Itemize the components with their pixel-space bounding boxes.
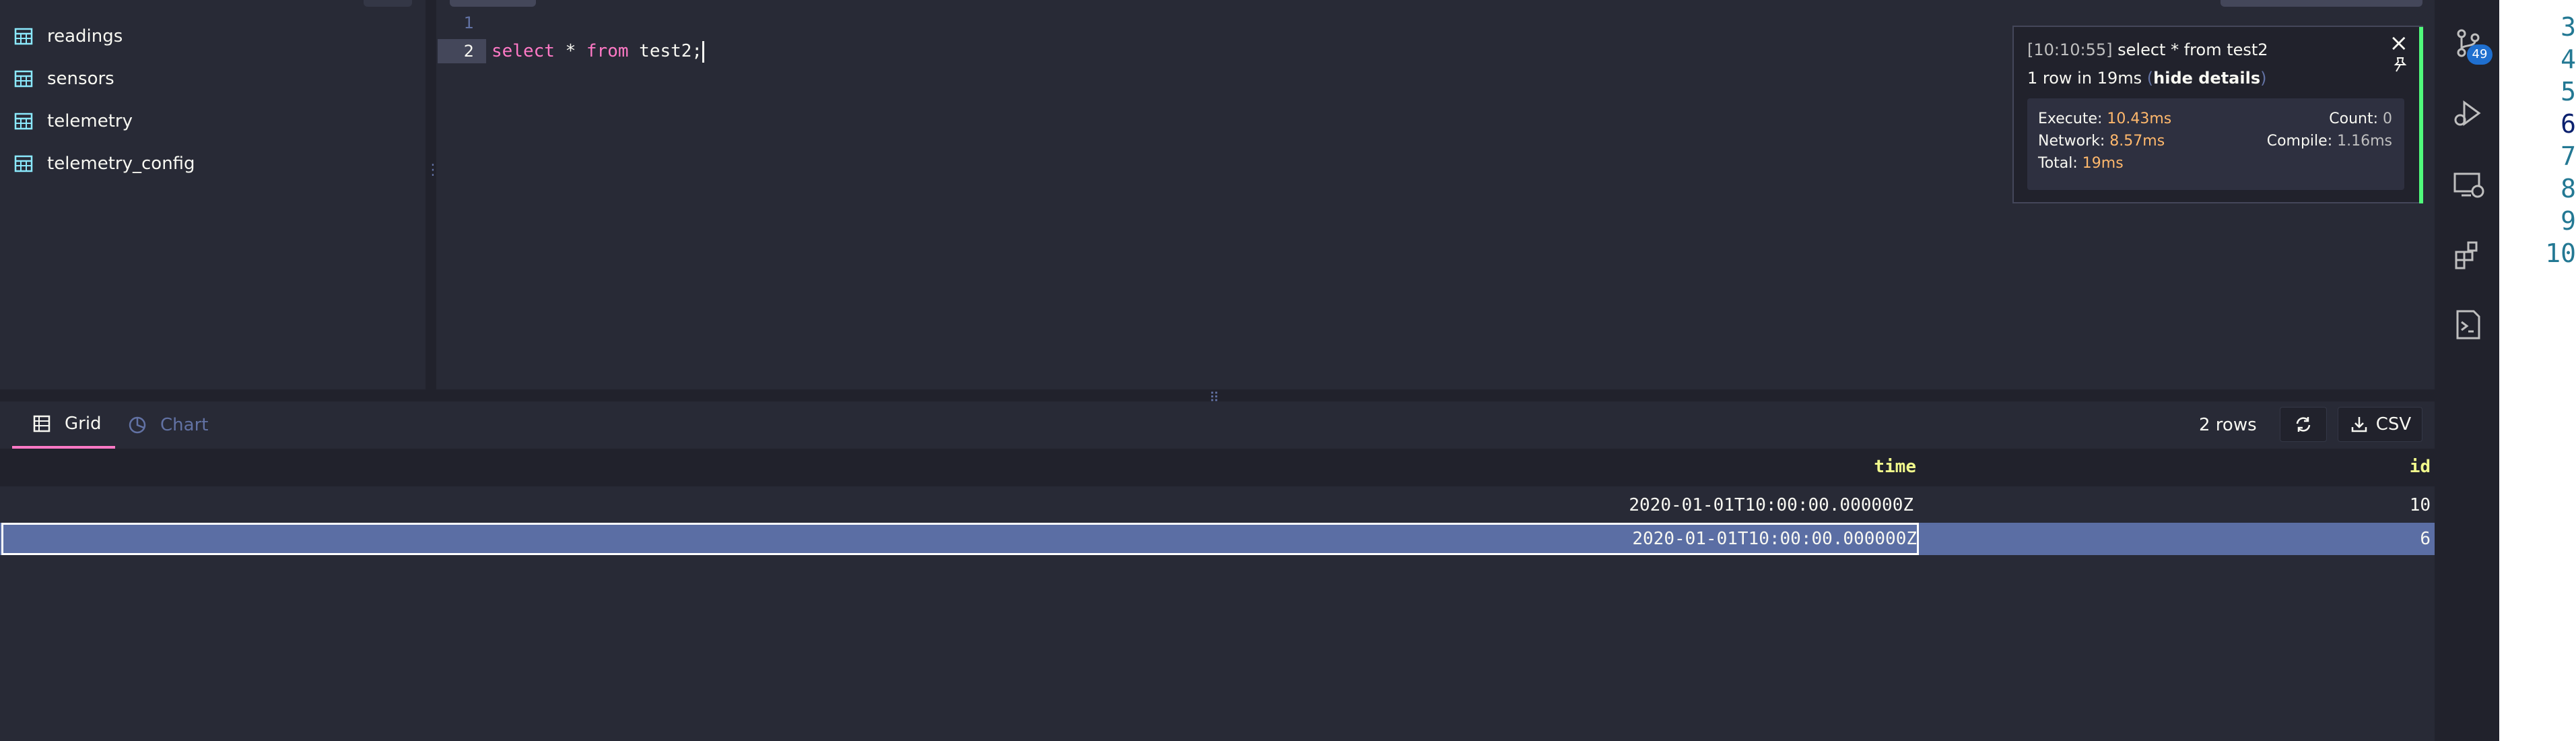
vertical-resize-handle[interactable]: ⋮ [426,0,440,389]
network-metric: Network: 8.57ms [2038,133,2165,150]
activity-bar: 49 [2435,0,2499,741]
sql-keyword: from [586,41,629,61]
compile-value: 1.16ms [2337,133,2392,150]
total-label: Total: [2038,155,2078,172]
tab-grid[interactable]: Grid [12,401,115,449]
line-number: 3 [2561,12,2576,42]
line-number-active: 2 [438,39,486,63]
count-metric: Count: 0 [2329,110,2392,127]
horizontal-resize-handle[interactable]: ⠿ [0,389,2435,406]
table-icon [14,155,33,172]
table-icon [14,112,33,130]
sidebar-toolbar-stub [364,0,412,7]
timing-details: Execute: 10.43ms Network: 8.57ms Total: … [2027,98,2404,190]
compile-label: Compile: [2266,133,2333,150]
line-number: 10 [2545,238,2576,268]
refresh-button[interactable] [2280,407,2327,442]
cell-id[interactable]: 6 [1920,523,2431,555]
editor-tab-stub [450,0,536,7]
sql-token: test2; [628,41,703,61]
column-header-time[interactable]: time [1874,457,1916,477]
network-value: 8.57ms [2109,133,2165,150]
total-metric: Total: 19ms [2038,155,2124,172]
line-number: 1 [463,13,474,32]
sql-token: * [554,41,586,61]
table-item-readings[interactable]: readings [13,23,123,50]
table-icon [14,70,33,88]
line-number: 5 [2561,77,2576,106]
table-icon [14,28,33,45]
count-label: Count: [2329,110,2378,127]
table-item-sensors[interactable]: sensors [13,65,114,92]
table-label: telemetry [47,111,133,131]
sql-editor[interactable]: 1 2 select * from test2; × [10:10:55] se… [436,0,2456,389]
sql-keyword: select [492,41,555,61]
source-control-badge: 49 [2467,44,2493,65]
schema-sidebar: readings sensors telemetry telemetry_con… [0,0,426,389]
table-row[interactable]: 2020-01-01T10:00:00.000000Z 10 [0,489,2435,521]
close-icon[interactable]: × [2389,30,2409,57]
results-grid: time id 2020-01-01T10:00:00.000000Z 10 2… [0,449,2435,741]
line-number: 4 [2561,44,2576,74]
drag-handle-icon: ⋮ [426,162,440,179]
tab-grid-label: Grid [65,414,102,434]
remote-explorer-icon[interactable] [2452,168,2484,201]
total-value: 19ms [2082,155,2124,172]
hide-details-link[interactable]: hide details [2153,69,2260,88]
cell-time-focused[interactable]: 2020-01-01T10:00:00.000000Z [1,523,1919,555]
run-debug-icon[interactable] [2452,97,2484,129]
extensions-icon[interactable] [2452,238,2484,271]
count-value: 0 [2383,110,2392,127]
table-label: sensors [47,69,114,89]
column-header-id[interactable]: id [2410,457,2431,477]
download-icon [2351,417,2367,432]
line-number: 7 [2561,141,2576,171]
pin-icon[interactable] [2391,55,2410,74]
table-row-selected[interactable]: 2020-01-01T10:00:00.000000Z 6 [0,523,2435,555]
cell-id[interactable]: 10 [1920,489,2431,521]
csv-label: CSV [2375,414,2412,434]
line-number-active: 6 [2561,109,2576,139]
refresh-icon [2296,417,2311,432]
csv-download-button[interactable]: CSV [2338,407,2422,442]
code-line[interactable]: select * from test2; [492,39,705,63]
execute-metric: Execute: 10.43ms [2038,110,2171,127]
run-button-stub [2221,0,2422,7]
paren-open: ( [2146,69,2154,88]
network-label: Network: [2038,133,2105,150]
row-count: 2 rows [2199,415,2257,435]
table-label: readings [47,26,123,46]
summary-text: 1 row in 19ms [2027,69,2142,88]
tab-chart-label: Chart [160,415,209,435]
paren-close: ) [2260,69,2267,88]
notification-timestamp: [10:10:55] [2027,40,2113,59]
terminal-icon[interactable] [2452,309,2484,341]
cell-time[interactable]: 2020-01-01T10:00:00.000000Z [0,489,1913,521]
table-label: telemetry_config [47,154,195,174]
line-number: 8 [2561,174,2576,203]
query-notification: × [10:10:55] select * from test2 1 row i… [2012,26,2423,203]
success-accent-bar [2419,27,2423,203]
grid-icon [33,415,50,432]
compile-metric: Compile: 1.16ms [2267,133,2392,150]
results-toolbar: Grid Chart 2 rows CSV [0,401,2435,449]
execute-value: 10.43ms [2107,110,2172,127]
execute-label: Execute: [2038,110,2103,127]
notification-query: select * from test2 [2117,40,2268,59]
tab-chart[interactable]: Chart [128,401,208,449]
table-item-telemetry-config[interactable]: telemetry_config [13,150,195,177]
pie-chart-icon [129,416,146,434]
line-number: 9 [2561,206,2576,236]
grid-header: time id [0,449,2435,486]
table-item-telemetry[interactable]: telemetry [13,108,133,135]
notification-summary: 1 row in 19ms (hide details) [2027,69,2267,88]
secondary-editor-line-numbers: 3 4 5 6 7 8 9 10 [2499,0,2576,741]
text-cursor [702,40,705,63]
notification-title: [10:10:55] select * from test2 [2027,40,2268,59]
